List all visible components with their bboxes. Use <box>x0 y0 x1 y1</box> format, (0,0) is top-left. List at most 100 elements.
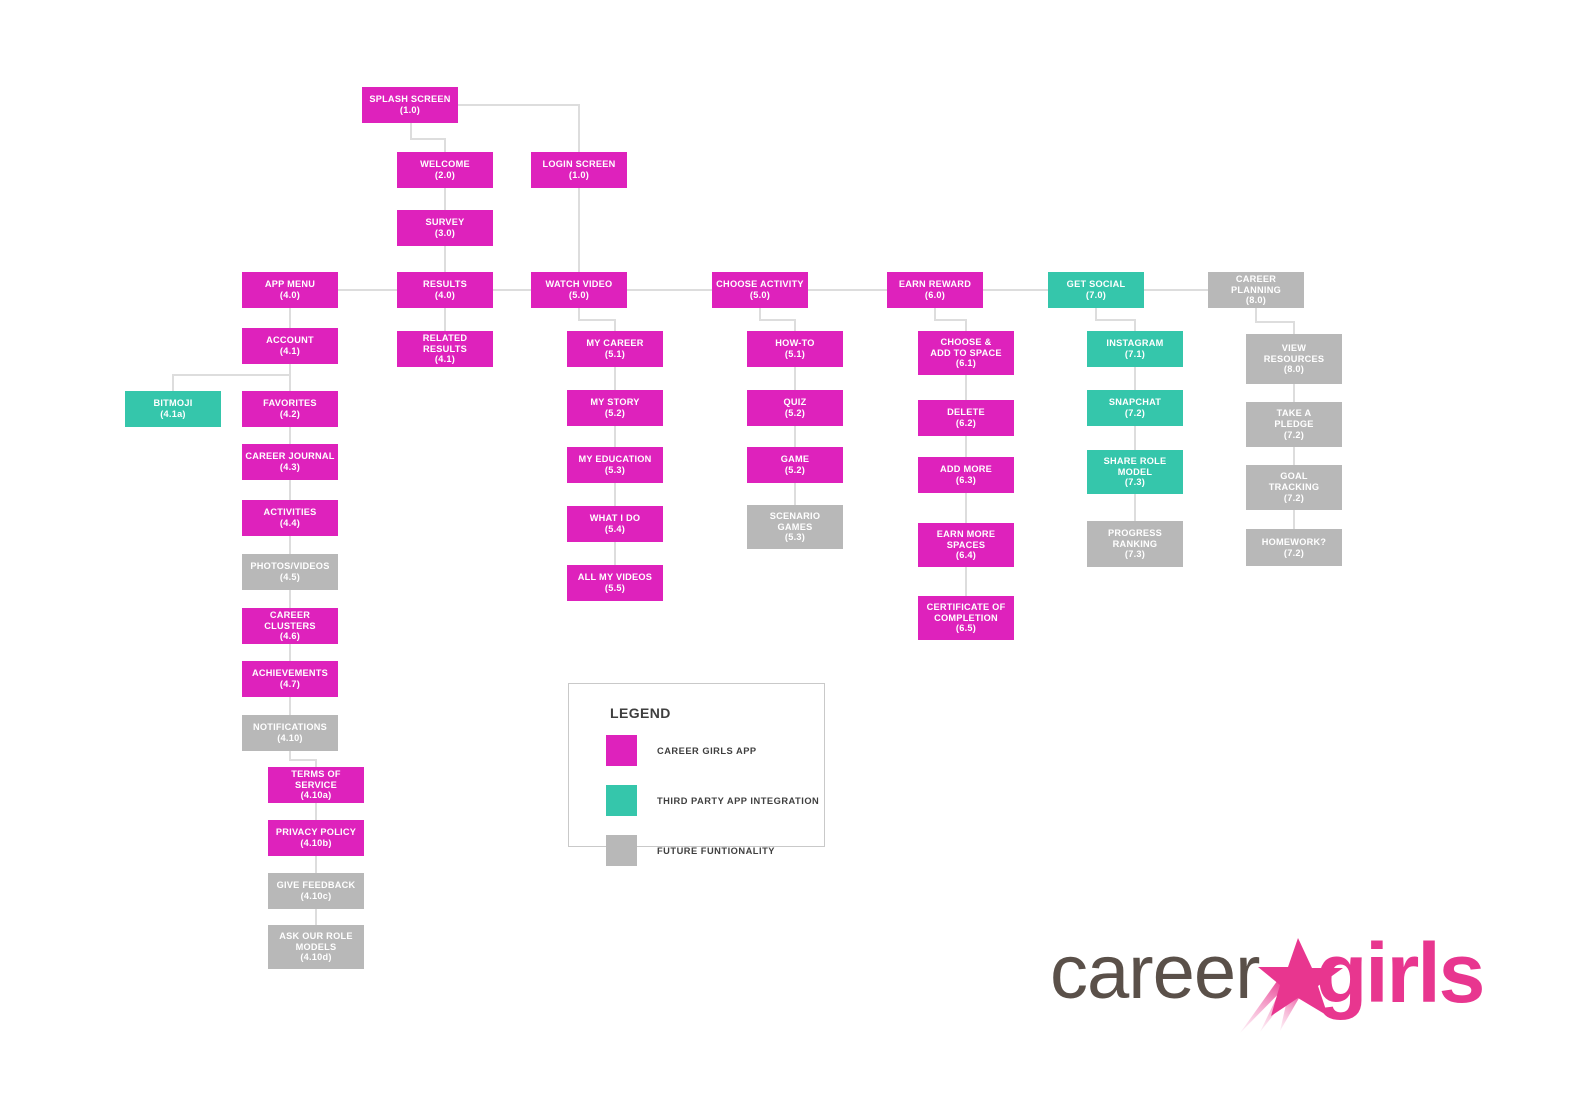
node-instagram[interactable]: INSTAGRAM (7.1) <box>1087 331 1183 367</box>
node-code: (7.2) <box>1124 408 1146 418</box>
node-code: (2.0) <box>434 170 456 180</box>
node-label: WHAT I DO <box>589 513 641 524</box>
node-chooseadd[interactable]: CHOOSE & ADD TO SPACE (6.1) <box>918 331 1014 375</box>
node-photosvideos[interactable]: PHOTOS/VIDEOS (4.5) <box>242 554 338 590</box>
node-results[interactable]: RESULTS (4.0) <box>397 272 493 308</box>
node-whatido[interactable]: WHAT I DO (5.4) <box>567 506 663 542</box>
node-homework[interactable]: HOMEWORK? (7.2) <box>1246 529 1342 566</box>
node-code: (8.0) <box>1245 295 1267 306</box>
node-code: (4.10a) <box>300 790 332 801</box>
legend-item-app: CAREER GIRLS APP <box>606 735 757 766</box>
edge-account-bitmoji <box>171 364 292 391</box>
node-code: (5.0) <box>568 290 590 300</box>
node-givefeedback[interactable]: GIVE FEEDBACK (4.10c) <box>268 873 364 909</box>
node-label: CAREER PLANNING <box>1231 273 1281 295</box>
node-code: (4.0) <box>434 290 456 300</box>
node-label: CHOOSE & ADD TO SPACE <box>930 336 1002 358</box>
node-appmenu[interactable]: APP MENU (4.0) <box>242 272 338 308</box>
node-earnreward[interactable]: EARN REWARD (6.0) <box>887 272 983 308</box>
node-code: (7.0) <box>1085 290 1107 300</box>
node-quiz[interactable]: QUIZ (5.2) <box>747 390 843 426</box>
legend-panel: LEGEND CAREER GIRLS APP THIRD PARTY APP … <box>568 683 825 866</box>
node-code: (1.0) <box>568 170 590 180</box>
logo-word-career: career <box>1050 930 1260 1015</box>
node-code: (4.3) <box>279 462 301 472</box>
node-careerclusters[interactable]: CAREER CLUSTERS (4.6) <box>242 608 338 644</box>
node-askrolemodels[interactable]: ASK OUR ROLE MODELS (4.10d) <box>268 925 364 969</box>
node-favorites[interactable]: FAVORITES (4.2) <box>242 391 338 427</box>
node-snapchat[interactable]: SNAPCHAT (7.2) <box>1087 390 1183 426</box>
node-label: HOMEWORK? <box>1261 536 1327 547</box>
node-splash[interactable]: SPLASH SCREEN (1.0) <box>362 87 458 123</box>
node-code: (5.5) <box>604 583 626 593</box>
node-label: SCENARIO GAMES <box>769 510 821 532</box>
node-label: NOTIFICATIONS <box>252 722 328 733</box>
node-privacy[interactable]: PRIVACY POLICY (4.10b) <box>268 820 364 856</box>
node-earnmore[interactable]: EARN MORE SPACES (6.4) <box>918 523 1014 567</box>
legend-swatch-third-party <box>606 785 637 816</box>
node-bitmoji[interactable]: BITMOJI (4.1a) <box>125 391 221 427</box>
node-label: WATCH VIDEO <box>545 279 613 290</box>
node-howto[interactable]: HOW-TO (5.1) <box>747 331 843 367</box>
node-careerplan[interactable]: CAREER PLANNING (8.0) <box>1208 272 1304 308</box>
node-login[interactable]: LOGIN SCREEN (1.0) <box>531 152 627 188</box>
node-addmore[interactable]: ADD MORE (6.3) <box>918 457 1014 493</box>
node-label: GOAL TRACKING <box>1268 471 1320 493</box>
node-code: (6.3) <box>955 475 977 485</box>
node-mystory[interactable]: MY STORY (5.2) <box>567 390 663 426</box>
node-code: (5.2) <box>604 408 626 418</box>
node-code: (4.1a) <box>160 409 186 419</box>
node-survey[interactable]: SURVEY (3.0) <box>397 210 493 246</box>
node-watchvideo[interactable]: WATCH VIDEO (5.0) <box>531 272 627 308</box>
node-myeducation[interactable]: MY EDUCATION (5.3) <box>567 447 663 483</box>
node-code: (4.1) <box>279 346 301 356</box>
node-relresults[interactable]: RELATED RESULTS (4.1) <box>397 331 493 367</box>
node-label: HOW-TO <box>775 338 815 349</box>
node-game[interactable]: GAME (5.2) <box>747 447 843 483</box>
node-notifications[interactable]: NOTIFICATIONS (4.10) <box>242 715 338 751</box>
node-chooseact[interactable]: CHOOSE ACTIVITY (5.0) <box>712 272 808 308</box>
node-goaltracking[interactable]: GOAL TRACKING (7.2) <box>1246 465 1342 510</box>
node-code: (4.5) <box>279 572 301 582</box>
node-label: ASK OUR ROLE MODELS <box>279 930 353 952</box>
node-achievements[interactable]: ACHIEVEMENTS (4.7) <box>242 661 338 697</box>
node-label: LOGIN SCREEN <box>542 159 616 170</box>
node-code: (5.4) <box>604 524 626 534</box>
node-label: WELCOME <box>420 159 470 170</box>
node-code: (4.2) <box>279 409 301 419</box>
node-getsocial[interactable]: GET SOCIAL (7.0) <box>1048 272 1144 308</box>
node-takepledge[interactable]: TAKE A PLEDGE (7.2) <box>1246 402 1342 447</box>
node-label: TAKE A PLEDGE <box>1274 408 1314 430</box>
edge-getsocial-instagram <box>1094 308 1137 331</box>
node-label: TERMS OF SERVICE <box>291 768 341 790</box>
node-code: (7.3) <box>1124 549 1146 560</box>
edge-earnreward-chooseadd <box>933 308 968 331</box>
node-sharerole[interactable]: SHARE ROLE MODEL (7.3) <box>1087 450 1183 494</box>
node-progressrank[interactable]: PROGRESS RANKING (7.3) <box>1087 521 1183 567</box>
node-allmyvideos[interactable]: ALL MY VIDEOS (5.5) <box>567 565 663 601</box>
node-certificate[interactable]: CERTIFICATE OF COMPLETION (6.5) <box>918 596 1014 640</box>
node-label: CAREER JOURNAL <box>245 451 335 462</box>
node-code: (7.2) <box>1283 429 1305 440</box>
node-account[interactable]: ACCOUNT (4.1) <box>242 328 338 364</box>
node-code: (4.6) <box>279 631 301 642</box>
node-delete[interactable]: DELETE (6.2) <box>918 400 1014 436</box>
node-label: GAME <box>780 454 810 465</box>
node-code: (4.7) <box>279 679 301 689</box>
node-code: (5.0) <box>749 290 771 300</box>
node-label: GIVE FEEDBACK <box>276 880 356 891</box>
legend-label-third-party: THIRD PARTY APP INTEGRATION <box>657 795 820 806</box>
node-scenariogames[interactable]: SCENARIO GAMES (5.3) <box>747 505 843 549</box>
node-careerjournal[interactable]: CAREER JOURNAL (4.3) <box>242 444 338 480</box>
node-code: (5.1) <box>784 349 806 359</box>
node-mycareer[interactable]: MY CAREER (5.1) <box>567 331 663 367</box>
node-code: (4.10) <box>277 733 303 743</box>
node-welcome[interactable]: WELCOME (2.0) <box>397 152 493 188</box>
legend-item-future: FUTURE FUNTIONALITY <box>606 835 775 866</box>
node-viewres[interactable]: VIEW RESOURCES (8.0) <box>1246 334 1342 384</box>
node-label: EARN REWARD <box>898 279 972 290</box>
node-label: APP MENU <box>264 279 316 290</box>
node-activities[interactable]: ACTIVITIES (4.4) <box>242 500 338 536</box>
node-label: MY EDUCATION <box>578 454 652 465</box>
node-tos[interactable]: TERMS OF SERVICE (4.10a) <box>268 767 364 803</box>
